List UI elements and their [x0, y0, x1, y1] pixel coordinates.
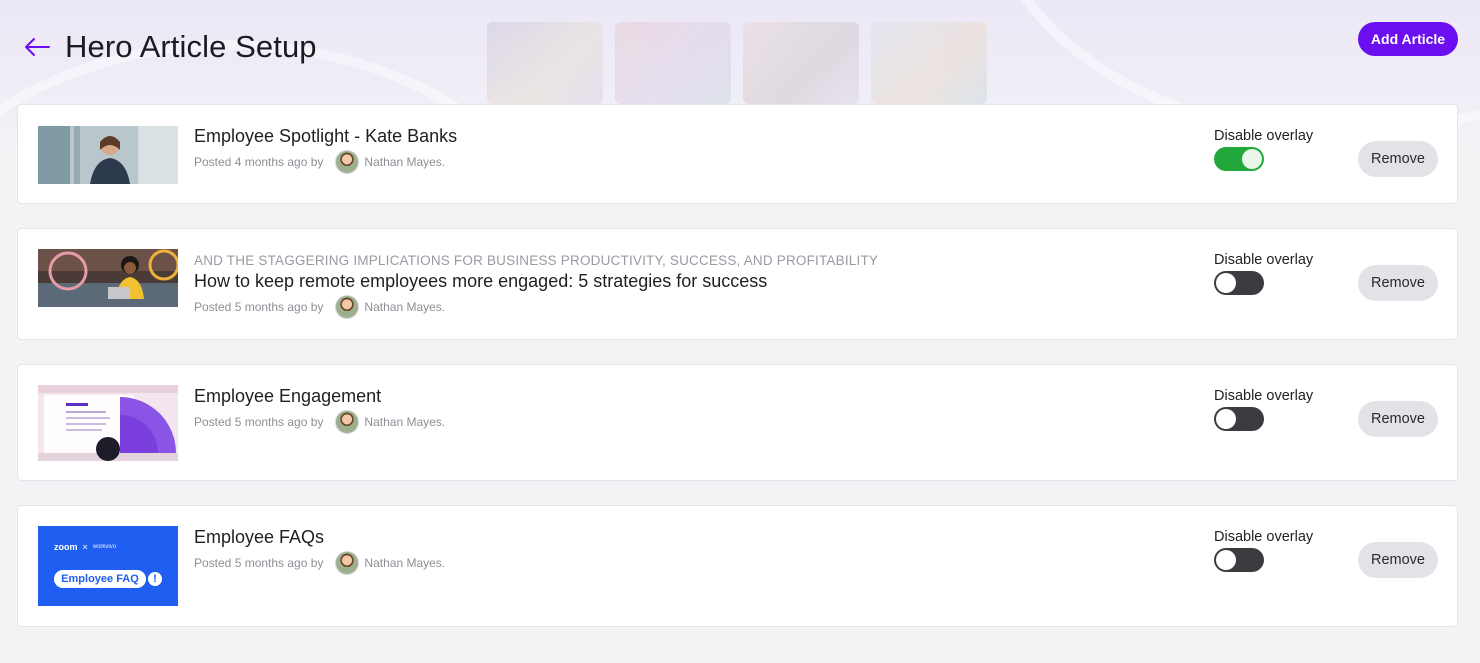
toggle-knob [1216, 273, 1236, 293]
toggle-knob [1216, 409, 1236, 429]
article-thumbnail: zoom × workvivo Employee FAQ ! [38, 526, 178, 606]
article-title[interactable]: Employee Engagement [194, 386, 381, 407]
page-title: Hero Article Setup [65, 29, 317, 64]
disable-overlay-toggle[interactable] [1214, 271, 1264, 295]
disable-overlay-label: Disable overlay [1214, 252, 1314, 268]
page-header: Hero Article Setup Add Article [0, 0, 1480, 100]
article-thumbnail [38, 126, 178, 184]
author-name: Nathan Mayes. [364, 415, 446, 429]
author-avatar [335, 295, 360, 319]
toggle-knob [1216, 550, 1236, 570]
article-title[interactable]: Employee Spotlight - Kate Banks [194, 126, 457, 147]
author-avatar [335, 551, 360, 575]
article-meta: Posted 5 months ago by Nathan Mayes. [194, 551, 445, 575]
article-meta: Posted 5 months ago by Nathan Mayes. [194, 295, 445, 319]
article-card: AND THE STAGGERING IMPLICATIONS FOR BUSI… [17, 228, 1458, 340]
disable-overlay-label: Disable overlay [1214, 388, 1314, 404]
thumbnail-banner: Employee FAQ [54, 570, 146, 588]
workvivo-logo: workvivo [92, 544, 117, 550]
article-card: Employee Spotlight - Kate Banks Posted 4… [17, 104, 1458, 204]
thumbnail-brand-row: zoom × workvivo [54, 542, 116, 552]
posted-text: Posted 5 months ago by [194, 556, 324, 570]
article-thumbnail [38, 249, 178, 307]
zoom-logo: zoom [54, 542, 78, 552]
disable-overlay-toggle[interactable] [1214, 147, 1264, 171]
arrow-left-icon [25, 38, 50, 56]
posted-text: Posted 5 months ago by [194, 300, 324, 314]
article-meta: Posted 4 months ago by Nathan Mayes. [194, 150, 445, 174]
disable-overlay-label: Disable overlay [1214, 128, 1314, 144]
toggle-knob [1242, 149, 1262, 169]
disable-overlay-label: Disable overlay [1214, 529, 1314, 545]
author-name: Nathan Mayes. [364, 300, 446, 314]
article-card: Employee Engagement Posted 5 months ago … [17, 364, 1458, 481]
article-title[interactable]: Employee FAQs [194, 527, 324, 548]
article-card: zoom × workvivo Employee FAQ ! Employee … [17, 505, 1458, 627]
article-kicker: AND THE STAGGERING IMPLICATIONS FOR BUSI… [194, 253, 879, 268]
author-name: Nathan Mayes. [364, 155, 446, 169]
disable-overlay-toggle[interactable] [1214, 407, 1264, 431]
remove-button[interactable]: Remove [1358, 542, 1438, 578]
article-meta: Posted 5 months ago by Nathan Mayes. [194, 410, 445, 434]
exclamation-icon: ! [146, 570, 164, 588]
author-avatar [335, 410, 360, 434]
article-thumbnail [38, 385, 178, 461]
back-button[interactable] [22, 33, 52, 61]
posted-text: Posted 5 months ago by [194, 415, 324, 429]
posted-text: Posted 4 months ago by [194, 155, 324, 169]
article-title[interactable]: How to keep remote employees more engage… [194, 271, 767, 292]
author-avatar [335, 150, 360, 174]
disable-overlay-toggle[interactable] [1214, 548, 1264, 572]
remove-button[interactable]: Remove [1358, 401, 1438, 437]
author-name: Nathan Mayes. [364, 556, 446, 570]
brand-separator: × [82, 542, 88, 552]
remove-button[interactable]: Remove [1358, 265, 1438, 301]
add-article-button[interactable]: Add Article [1358, 22, 1458, 56]
remove-button[interactable]: Remove [1358, 141, 1438, 177]
